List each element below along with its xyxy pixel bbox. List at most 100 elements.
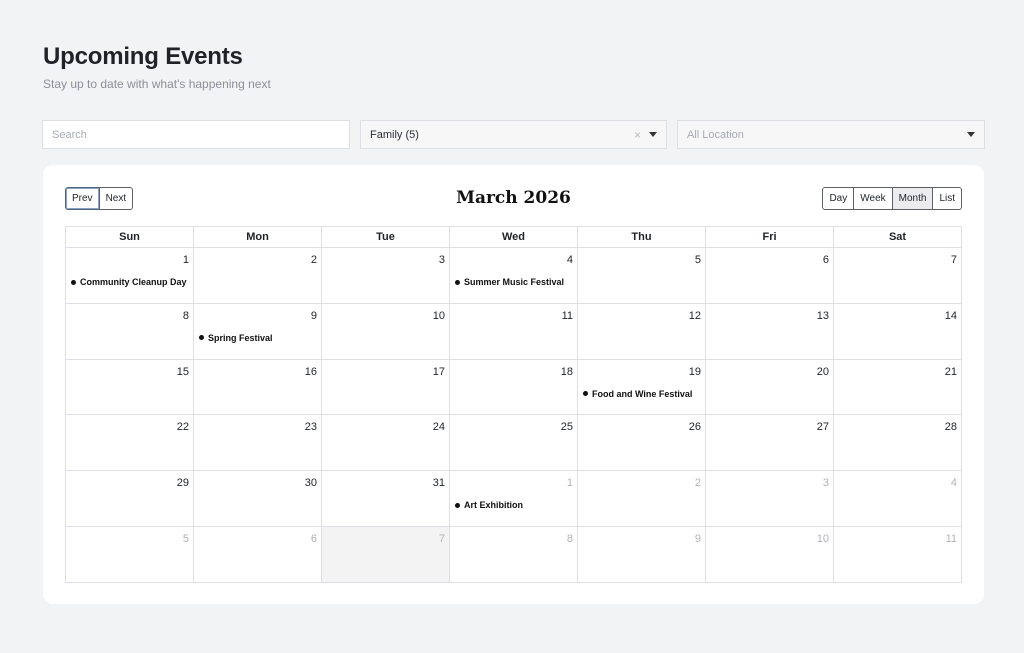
calendar-day-cell[interactable]: 13 (705, 302, 834, 360)
weekday-header: Fri (705, 226, 834, 248)
calendar-day-cell[interactable]: 9 Spring Festival (193, 302, 322, 360)
calendar-day-cell[interactable]: 14 (833, 302, 962, 360)
day-number: 28 (944, 421, 957, 434)
weekday-header: Sat (833, 226, 962, 248)
view-switcher: Day Week Month List (822, 187, 962, 210)
event-title: Art Exhibition (464, 500, 523, 511)
day-number: 23 (304, 421, 317, 434)
calendar-day-cell[interactable]: 5 (577, 247, 706, 304)
day-number: 6 (822, 254, 829, 266)
event-title: Community Cleanup Day (80, 277, 187, 287)
chevron-down-icon[interactable] (649, 132, 657, 137)
calendar-grid: Sun Mon Tue Wed Thu Fri Sat 1 Community C… (65, 226, 962, 583)
calendar-day-cell[interactable]: 2 (193, 247, 322, 304)
search-field[interactable] (42, 120, 350, 149)
calendar-day-cell[interactable]: 1 Art Exhibition (449, 470, 578, 527)
calendar-event[interactable]: Spring Festival (199, 333, 273, 343)
event-dot-icon (71, 279, 76, 285)
day-number: 7 (438, 532, 445, 545)
calendar-event[interactable]: Community Cleanup Day (71, 277, 187, 287)
view-month-button[interactable]: Month (892, 187, 934, 210)
calendar-day-cell[interactable]: 5 (65, 525, 194, 583)
calendar-day-cell[interactable]: 19 Food and Wine Festival (577, 358, 706, 416)
category-select[interactable]: Family (5) × (360, 120, 667, 149)
calendar-day-cell[interactable]: 28 (833, 414, 962, 472)
day-number: 13 (816, 309, 829, 322)
calendar-day-cell[interactable]: 6 (705, 247, 834, 304)
calendar-event[interactable]: Summer Music Festival (455, 277, 564, 287)
view-day-button[interactable]: Day (822, 187, 855, 210)
calendar-day-cell[interactable]: 7 (321, 525, 450, 583)
calendar-day-cell[interactable]: 26 (577, 414, 706, 472)
calendar-day-cell[interactable]: 2 (577, 470, 706, 527)
clear-icon[interactable]: × (634, 128, 641, 142)
day-number: 18 (560, 365, 573, 378)
calendar-day-cell[interactable]: 27 (705, 414, 834, 472)
location-select-value: All Location (687, 128, 744, 141)
calendar-day-cell[interactable]: 3 (705, 470, 834, 527)
calendar-day-cell[interactable]: 9 (577, 525, 706, 583)
calendar-day-cell[interactable]: 8 (449, 525, 578, 583)
calendar-day-cell[interactable]: 12 (577, 302, 706, 360)
day-number: 10 (432, 309, 445, 322)
calendar-day-cell[interactable]: 20 (705, 358, 834, 416)
calendar-day-cell[interactable]: 15 (65, 358, 194, 416)
day-number: 17 (432, 365, 445, 378)
view-week-button[interactable]: Week (854, 187, 893, 210)
day-number: 25 (560, 421, 573, 434)
day-number: 4 (950, 477, 957, 490)
search-input[interactable] (52, 128, 340, 141)
calendar-day-cell[interactable]: 29 (65, 470, 194, 527)
day-number: 2 (694, 477, 701, 490)
calendar-day-cell[interactable]: 1 Community Cleanup Day (65, 247, 194, 304)
location-select[interactable]: All Location (677, 120, 985, 149)
view-list-button[interactable]: List (933, 187, 962, 210)
calendar-day-cell[interactable]: 11 (449, 302, 578, 360)
calendar-week-row: 5 6 7 8 9 10 11 (65, 525, 962, 583)
page-subtitle: Stay up to date with what's happening ne… (43, 77, 271, 91)
calendar-day-cell[interactable]: 8 (65, 302, 194, 360)
weekday-header: Sun (65, 226, 194, 248)
calendar-week-row: 29 30 31 1 Art Exhibition 2 3 4 (65, 470, 962, 527)
day-number: 5 (182, 532, 189, 545)
calendar-day-cell[interactable]: 6 (193, 525, 322, 583)
weekday-header: Thu (577, 226, 706, 248)
calendar-day-cell[interactable]: 4 (833, 470, 962, 527)
calendar-day-cell[interactable]: 3 (321, 247, 450, 304)
calendar-day-cell[interactable]: 4 Summer Music Festival (449, 247, 578, 304)
calendar-day-cell[interactable]: 18 (449, 358, 578, 416)
calendar-day-cell[interactable]: 17 (321, 358, 450, 416)
calendar-event[interactable]: Food and Wine Festival (583, 389, 692, 399)
calendar-day-cell[interactable]: 30 (193, 470, 322, 527)
day-number: 2 (310, 254, 317, 266)
calendar-day-cell[interactable]: 10 (705, 525, 834, 583)
day-number: 16 (304, 365, 317, 378)
day-number: 10 (816, 532, 829, 545)
calendar-week-row: 8 9 Spring Festival 10 11 12 13 14 (65, 302, 962, 360)
calendar-day-cell[interactable]: 22 (65, 414, 194, 472)
calendar-panel: Prev Next March 2026 Day Week Month List… (43, 165, 984, 604)
calendar-day-cell[interactable]: 31 (321, 470, 450, 527)
calendar-day-cell[interactable]: 16 (193, 358, 322, 416)
calendar-day-cell[interactable]: 21 (833, 358, 962, 416)
day-number: 19 (688, 365, 701, 378)
calendar-day-cell[interactable]: 7 (833, 247, 962, 304)
calendar-day-cell[interactable]: 24 (321, 414, 450, 472)
calendar-week-row: 22 23 24 25 26 27 28 (65, 414, 962, 472)
day-number: 9 (694, 532, 701, 545)
day-number: 27 (816, 421, 829, 434)
day-number: 15 (176, 365, 189, 378)
calendar-day-cell[interactable]: 10 (321, 302, 450, 360)
day-number: 22 (176, 421, 189, 434)
calendar-day-cell[interactable]: 23 (193, 414, 322, 472)
day-number: 4 (566, 254, 573, 266)
day-number: 29 (176, 477, 189, 490)
day-number: 21 (944, 365, 957, 378)
calendar-day-cell[interactable]: 25 (449, 414, 578, 472)
event-dot-icon (199, 335, 204, 341)
chevron-down-icon[interactable] (967, 132, 975, 137)
calendar-day-cell[interactable]: 11 (833, 525, 962, 583)
weekday-header: Tue (321, 226, 450, 248)
weekday-header: Mon (193, 226, 322, 248)
calendar-event[interactable]: Art Exhibition (455, 500, 523, 510)
